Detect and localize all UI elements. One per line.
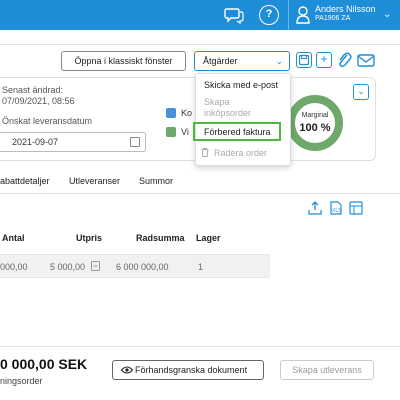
tab-totals[interactable]: Summor [139, 176, 173, 186]
delivery-date-value: 2021-09-07 [12, 137, 59, 147]
menu-item-prepare-invoice[interactable]: Förbered faktura [204, 127, 271, 137]
tab-deliveries[interactable]: Utleveranser [69, 176, 120, 186]
last-changed-value: 07/09/2021, 08:56 [2, 96, 75, 106]
column-header-price[interactable]: Utpris [76, 233, 102, 243]
last-changed-label: Senast ändrad: [2, 85, 64, 95]
add-icon[interactable]: + [316, 52, 332, 68]
eye-icon [121, 366, 133, 374]
save-icon[interactable] [296, 52, 312, 68]
user-org: PA1906 ZA [315, 15, 351, 22]
delivery-date-input[interactable]: 2021-09-07 [0, 132, 146, 152]
menu-item-send-email[interactable]: Skicka med e-post [204, 80, 278, 90]
chevron-down-icon[interactable]: ⌄ [383, 9, 391, 20]
preview-document-button[interactable]: Förhandsgranska dokument [112, 360, 264, 380]
actions-dropdown-button[interactable]: Åtgärder ⌄ [194, 51, 290, 71]
price-info-icon[interactable] [91, 261, 100, 271]
open-classic-window-button[interactable]: Öppna i klassiskt fönster [61, 51, 186, 71]
cell-quantity: 000,00 [0, 262, 28, 272]
svg-text:XLS: XLS [332, 208, 342, 214]
chevron-down-icon: ⌄ [275, 56, 283, 66]
header-divider [0, 44, 400, 45]
cell-stock: 1 [198, 262, 204, 272]
help-icon[interactable]: ? [259, 5, 279, 25]
actions-dropdown-label: Åtgärder [203, 56, 238, 66]
menu-item-create-purchase-order[interactable]: Skapa inköpsorder [204, 97, 264, 119]
margin-value: 100 % [299, 122, 331, 134]
topbar-divider [288, 0, 289, 30]
delivery-date-label: Önskat leveransdatum [2, 116, 93, 126]
tabs-divider [0, 193, 400, 194]
column-header-row-sum[interactable]: Radsumma [136, 233, 185, 243]
column-header-quantity[interactable]: Antal [2, 233, 25, 243]
excel-icon[interactable]: XLS [329, 201, 343, 215]
menu-item-delete-order[interactable]: Radera order [214, 148, 267, 158]
legend-swatch-green [166, 127, 176, 137]
trash-icon [201, 148, 209, 157]
legend-swatch-blue [166, 108, 176, 118]
create-delivery-button[interactable]: Skapa utleverans [280, 360, 374, 380]
footer-divider [0, 346, 400, 347]
legend-label-2: Vi [181, 127, 189, 137]
order-type-label: ningsorder [0, 376, 43, 386]
preview-document-label: Förhandsgranska dokument [135, 365, 248, 375]
column-settings-icon[interactable] [349, 201, 363, 215]
expand-panel-button[interactable]: ⌄ [353, 84, 369, 100]
margin-title: Marginal [301, 112, 329, 119]
user-icon[interactable] [296, 6, 310, 24]
cell-row-sum: 6 000 000,00 [116, 262, 169, 272]
cell-price: 5 000,00 [50, 262, 86, 272]
column-header-stock[interactable]: Lager [196, 233, 221, 243]
calendar-icon[interactable] [130, 137, 140, 147]
email-icon[interactable] [356, 51, 376, 69]
chat-icon[interactable] [224, 6, 244, 24]
user-name[interactable]: Anders Nilsson [315, 4, 376, 14]
order-total: 0 000,00 SEK [0, 356, 88, 372]
tab-discount-details[interactable]: abattdetaljer [0, 176, 50, 186]
margin-donut-chart: Marginal 100 % [286, 94, 344, 152]
attach-icon[interactable] [336, 51, 352, 69]
export-icon[interactable] [308, 201, 322, 215]
legend-label-1: Ko [181, 108, 193, 118]
